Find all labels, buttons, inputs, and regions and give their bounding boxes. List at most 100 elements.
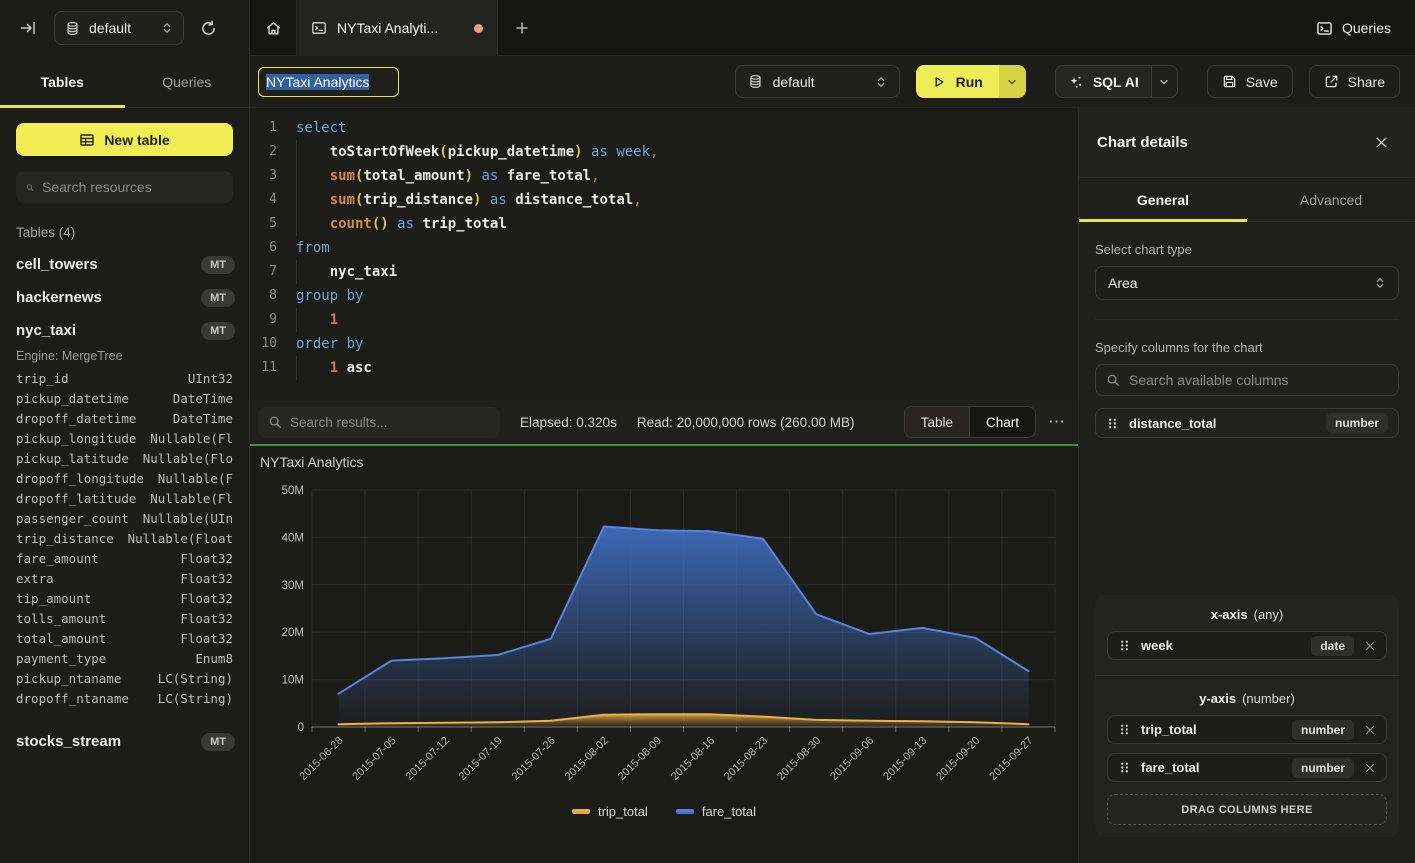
- column-name: dropoff_longitude: [16, 471, 144, 491]
- code-text: select: [296, 116, 347, 140]
- chart-type-select[interactable]: Area: [1095, 266, 1399, 300]
- remove-column-button[interactable]: [1364, 724, 1376, 736]
- y-axis-column-row[interactable]: trip_totalnumber: [1107, 715, 1387, 744]
- drag-handle-icon: [1118, 638, 1131, 653]
- code-token: pickup_datetime: [448, 144, 574, 160]
- database-selector-query[interactable]: default: [735, 65, 900, 98]
- svg-text:2015-07-26: 2015-07-26: [510, 735, 558, 783]
- elapsed-stat: Elapsed: 0.320s: [520, 415, 617, 430]
- table-list-item[interactable]: stocks_streamMT: [0, 725, 249, 758]
- sql-ai-options-button[interactable]: [1151, 66, 1177, 97]
- table-list-item[interactable]: nyc_taxiMT: [0, 314, 249, 347]
- column-type: Float32: [180, 631, 233, 651]
- queries-button[interactable]: Queries: [1308, 12, 1399, 44]
- legend-item[interactable]: fare_total: [676, 804, 756, 819]
- run-button-main[interactable]: Run: [916, 65, 999, 98]
- remove-column-button[interactable]: [1364, 762, 1376, 774]
- run-button-label: Run: [956, 74, 983, 90]
- editor-line: 2toStartOfWeek(pickup_datetime) as week,: [250, 140, 1078, 164]
- chart-details-header: Chart details: [1079, 108, 1415, 178]
- column-name: fare_amount: [16, 551, 99, 571]
- tab-advanced[interactable]: Advanced: [1247, 178, 1415, 221]
- line-number: 4: [250, 188, 277, 212]
- tables-section-label: Tables (4): [16, 225, 233, 240]
- drop-zone[interactable]: DRAG COLUMNS HERE: [1107, 794, 1387, 825]
- collapse-sidebar-button[interactable]: [12, 12, 44, 44]
- legend-swatch: [676, 809, 694, 814]
- code-token: [481, 192, 489, 208]
- svg-text:2015-09-13: 2015-09-13: [881, 735, 929, 783]
- query-title-input[interactable]: NYTaxi Analytics: [258, 67, 399, 97]
- legend-item[interactable]: trip_total: [572, 804, 648, 819]
- available-column-card[interactable]: distance_totalnumber: [1095, 408, 1399, 438]
- tab-nytaxi-analytics[interactable]: NYTaxi Analyti...: [296, 0, 498, 56]
- updown-chevron-icon: [1374, 276, 1386, 290]
- share-button-label: Share: [1348, 74, 1385, 90]
- drag-handle-icon: [1118, 760, 1131, 775]
- code-token: as: [490, 192, 507, 208]
- code-text: nyc_taxi: [296, 260, 397, 284]
- x-axis-label: x-axis: [1211, 607, 1248, 622]
- code-token: [507, 192, 515, 208]
- engine-badge: MT: [201, 733, 235, 751]
- code-token: ,: [650, 144, 658, 160]
- table-column-row: dropoff_ntanameLC(String): [0, 691, 249, 711]
- svg-text:2015-09-06: 2015-09-06: [828, 735, 876, 783]
- run-button[interactable]: Run: [916, 65, 1026, 98]
- chevron-down-icon: [1006, 76, 1018, 88]
- more-options-button[interactable]: ⋯: [1044, 412, 1070, 432]
- database-icon: [748, 74, 763, 89]
- code-token: order by: [296, 336, 363, 352]
- divider: [1095, 675, 1399, 676]
- plus-icon: [514, 20, 530, 36]
- column-type: DateTime: [173, 391, 233, 411]
- code-token: nyc_taxi: [330, 264, 397, 280]
- remove-column-button[interactable]: [1364, 640, 1376, 652]
- x-axis-column-row[interactable]: weekdate: [1107, 631, 1387, 660]
- new-tab-button[interactable]: [498, 0, 546, 56]
- search-results-input[interactable]: [290, 415, 490, 430]
- save-button[interactable]: Save: [1207, 65, 1293, 98]
- code-text: 1: [296, 308, 338, 332]
- code-token: select: [296, 120, 347, 136]
- close-panel-button[interactable]: [1365, 127, 1397, 159]
- sql-ai-button[interactable]: SQL AI: [1055, 65, 1178, 98]
- sql-editor[interactable]: 1 select 2toStartOfWeek(pickup_datetime) a…: [250, 108, 1078, 400]
- database-selector-value: default: [89, 20, 152, 36]
- column-name: passenger_count: [16, 511, 129, 531]
- run-options-button[interactable]: [999, 65, 1026, 98]
- refresh-button[interactable]: [192, 12, 224, 44]
- table-column-row: tip_amountFloat32: [0, 591, 249, 611]
- sidebar-tab-queries[interactable]: Queries: [125, 56, 250, 107]
- view-toggle-table[interactable]: Table: [905, 407, 969, 437]
- share-button[interactable]: Share: [1309, 65, 1400, 98]
- sidebar-tab-tables[interactable]: Tables: [0, 56, 125, 107]
- table-list-item[interactable]: hackernewsMT: [0, 281, 249, 314]
- column-type: Nullable(UIn: [143, 511, 233, 531]
- y-axis-column-row[interactable]: fare_totalnumber: [1107, 753, 1387, 782]
- search-resources-input[interactable]: [42, 179, 223, 195]
- new-table-button[interactable]: New table: [16, 123, 233, 156]
- query-header: NYTaxi Analytics default Run SQ: [250, 56, 1415, 108]
- save-button-label: Save: [1246, 74, 1278, 90]
- sql-ai-button-main[interactable]: SQL AI: [1056, 66, 1151, 97]
- search-columns-input[interactable]: [1129, 372, 1388, 388]
- database-selector-top[interactable]: default: [54, 11, 184, 45]
- column-type: Float32: [180, 611, 233, 631]
- updown-chevron-icon: [875, 75, 887, 89]
- code-token: ): [574, 144, 582, 160]
- tab-general[interactable]: General: [1079, 178, 1247, 221]
- home-tab-button[interactable]: [250, 0, 296, 56]
- table-column-row: tolls_amountFloat32: [0, 611, 249, 631]
- table-column-row: trip_distanceNullable(Float: [0, 531, 249, 551]
- view-toggle-chart[interactable]: Chart: [969, 407, 1035, 437]
- sql-ai-label: SQL AI: [1093, 74, 1139, 90]
- legend-label: fare_total: [702, 804, 756, 819]
- columns-label: Specify columns for the chart: [1095, 340, 1399, 355]
- column-type: Nullable(Fl: [150, 431, 233, 451]
- table-list-item[interactable]: cell_towersMT: [0, 248, 249, 281]
- share-icon: [1324, 74, 1339, 89]
- chart-details-title: Chart details: [1097, 134, 1188, 151]
- search-icon: [268, 415, 282, 429]
- line-number: 3: [250, 164, 277, 188]
